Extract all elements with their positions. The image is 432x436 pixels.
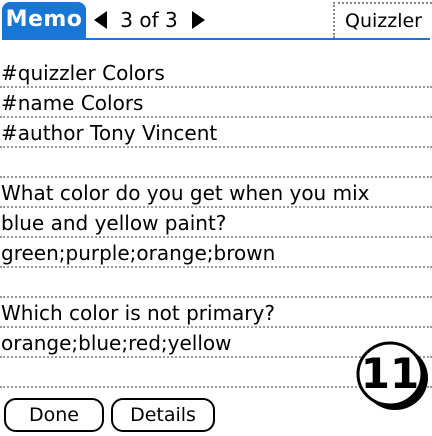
badge-number: 11 [360, 349, 420, 398]
memo-line: #name Colors [0, 88, 432, 118]
details-button[interactable]: Details [111, 398, 215, 432]
memo-line: What color do you get when you mix [0, 178, 432, 208]
title-bar: Memo 3 of 3 Quizzler [0, 0, 432, 40]
done-button[interactable]: Done [4, 398, 104, 432]
memo-line [0, 148, 432, 178]
memo-text-area[interactable]: #quizzler Colors #name Colors #author To… [0, 58, 432, 388]
step-number-badge: 11 [355, 340, 432, 415]
memo-line: #quizzler Colors [0, 58, 432, 88]
next-arrow-icon[interactable] [192, 11, 205, 29]
page-indicator: 3 of 3 [120, 8, 178, 32]
memo-screen: Memo 3 of 3 Quizzler #quizzler Colors #n… [0, 0, 432, 436]
memo-line: blue and yellow paint? [0, 208, 432, 238]
title-underline [2, 38, 430, 40]
memo-line: Which color is not primary? [0, 298, 432, 328]
memo-line: #author Tony Vincent [0, 118, 432, 148]
previous-arrow-icon[interactable] [94, 11, 107, 29]
memo-line: green;purple;orange;brown [0, 238, 432, 268]
memo-line [0, 268, 432, 298]
category-selector[interactable]: Quizzler [333, 2, 432, 38]
app-title-tab[interactable]: Memo [2, 2, 86, 38]
